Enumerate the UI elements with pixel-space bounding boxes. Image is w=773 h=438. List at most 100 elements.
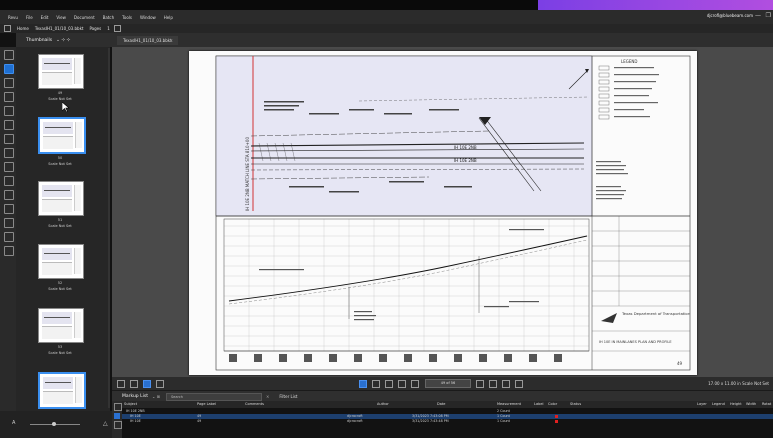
- markup-row[interactable]: IH 10E 49 djcrocroft 3/31/2023 7:43:48 P…: [112, 419, 773, 424]
- page-dimensions: 17.00 x 11.00 in Scale Not Set: [708, 381, 769, 386]
- column-date[interactable]: Date: [437, 402, 445, 406]
- minimize-button[interactable]: —: [755, 12, 761, 19]
- markup-list-columns: Subject Page Label Comments Author Date …: [112, 401, 773, 408]
- document-tab[interactable]: TexasIH1_01/10_03.bbkt: [117, 35, 178, 45]
- settings-icon[interactable]: [4, 232, 14, 242]
- links-icon[interactable]: [4, 204, 14, 214]
- menu-document[interactable]: Document: [74, 15, 95, 20]
- column-color[interactable]: Color: [548, 402, 557, 406]
- layers-icon[interactable]: [4, 92, 14, 102]
- previous-page-icon[interactable]: [411, 379, 419, 388]
- column-width[interactable]: Width: [746, 402, 756, 406]
- column-layer[interactable]: Layer: [697, 402, 707, 406]
- column-label[interactable]: Label: [534, 402, 543, 406]
- thumbnail-page[interactable]: 52 Scale Not Set: [38, 244, 84, 291]
- zoom-tool-icon[interactable]: [385, 379, 393, 388]
- close-tab-icon[interactable]: ×: [170, 38, 173, 43]
- markup-date: 3/31/2023 7:43:48 PM: [412, 419, 449, 423]
- user-account[interactable]: djcrofl@bluebeam.com: [707, 13, 753, 18]
- thumbnail-page[interactable]: 54: [38, 372, 86, 415]
- next-page-icon[interactable]: [476, 379, 484, 388]
- panel-icon-1[interactable]: [4, 50, 14, 60]
- thumbnail-page-number: 53: [57, 345, 63, 349]
- markup-icon[interactable]: [4, 134, 14, 144]
- sync-icon[interactable]: [156, 379, 164, 388]
- markup-list-options-icon[interactable]: ⌄ ⊞: [152, 394, 160, 399]
- sidebar-toggle-icon[interactable]: [4, 25, 11, 32]
- menu-file[interactable]: File: [26, 15, 33, 20]
- next-view-icon[interactable]: [515, 379, 523, 388]
- properties-icon[interactable]: [4, 106, 14, 116]
- thumbnail-page-selected[interactable]: 50 Scale Not Set: [38, 117, 86, 166]
- home-tab[interactable]: Home: [17, 26, 29, 31]
- column-legend[interactable]: Legend: [712, 402, 725, 406]
- menu-view[interactable]: View: [56, 15, 66, 20]
- column-height[interactable]: Height: [730, 402, 742, 406]
- markup-rail-icon[interactable]: [114, 403, 122, 411]
- warning-triangle-icon[interactable]: △: [103, 420, 108, 427]
- file-access-icon[interactable]: [4, 246, 14, 256]
- select-tool-icon[interactable]: [359, 379, 367, 388]
- markup-rail-active-icon[interactable]: [114, 413, 120, 419]
- thumbnail-scale-label: Scale Not Set: [48, 97, 72, 101]
- markup-search-input[interactable]: Search: [165, 392, 262, 401]
- thumbnail-image: [38, 181, 84, 216]
- measure-icon[interactable]: [4, 148, 14, 158]
- markup-color-swatch: [555, 415, 558, 418]
- menu-help[interactable]: Help: [164, 15, 173, 20]
- column-page-label[interactable]: Page Label: [197, 402, 216, 406]
- tool-chest-icon[interactable]: [4, 120, 14, 130]
- page-number-field[interactable]: 49 of 56: [425, 379, 471, 388]
- clear-search-icon[interactable]: ×: [266, 394, 269, 399]
- thumbnails-title[interactable]: Thumbnails: [26, 38, 52, 43]
- first-page-icon[interactable]: [398, 379, 406, 388]
- thumbnail-scrollbar[interactable]: [108, 48, 110, 408]
- page-icon[interactable]: [113, 25, 121, 32]
- plan-profile-drawing: IH 10E 2NB IH 10E 2NB IH 10E 2NB MATCH L…: [215, 55, 691, 371]
- menu-bar: Revu File Edit View Document Batch Tools…: [0, 10, 773, 25]
- thumbnails-panel-icon[interactable]: [4, 64, 14, 74]
- studio-icon[interactable]: [4, 162, 14, 172]
- last-page-icon[interactable]: [489, 379, 497, 388]
- thumbnail-image: [38, 308, 84, 343]
- menu-window[interactable]: Window: [140, 15, 156, 20]
- split-view-icon[interactable]: [130, 379, 138, 388]
- font-size-icon[interactable]: A: [12, 420, 15, 426]
- thumbnail-options-icon[interactable]: ⌄ ⊹ ⊹: [56, 38, 70, 43]
- thumbnail-page[interactable]: 53 Scale Not Set: [38, 308, 84, 355]
- page-size: 17.00 x 11.00 in: [708, 381, 741, 386]
- restore-button[interactable]: ❐: [766, 12, 771, 19]
- plan-road-label-2: IH 10E 2NB: [454, 158, 477, 163]
- column-rotation[interactable]: Rotat: [762, 402, 771, 406]
- column-author[interactable]: Author: [377, 402, 389, 406]
- markup-rail-icon[interactable]: [114, 421, 122, 429]
- menu-edit[interactable]: Edit: [41, 15, 49, 20]
- column-measurement[interactable]: Measurement: [497, 402, 521, 406]
- spaces-icon[interactable]: [4, 218, 14, 228]
- markup-author: djcrocroft: [347, 419, 363, 423]
- pan-tool-icon[interactable]: [372, 379, 380, 388]
- match-line-label: IH 10E 2NB MATCH LINE STA 810+00: [245, 137, 250, 211]
- thumbnail-page[interactable]: 51 Scale Not Set: [38, 181, 84, 228]
- drawing-sheet[interactable]: IH 10E 2NB IH 10E 2NB IH 10E 2NB MATCH L…: [189, 51, 697, 375]
- bookmarks-icon[interactable]: [4, 78, 14, 88]
- single-page-icon[interactable]: [143, 379, 151, 388]
- menu-tools[interactable]: Tools: [122, 15, 132, 20]
- column-subject[interactable]: Subject: [124, 402, 137, 406]
- menu-batch[interactable]: Batch: [103, 15, 115, 20]
- signatures-icon[interactable]: [4, 190, 14, 200]
- thumbnail-page[interactable]: 49 Scale Not Set: [38, 54, 84, 101]
- search-icon[interactable]: [4, 176, 14, 186]
- markup-list-title[interactable]: Markup List: [122, 394, 148, 399]
- menu-revu[interactable]: Revu: [8, 15, 18, 20]
- thumbnail-page-number: 52: [57, 281, 63, 285]
- column-comments[interactable]: Comments: [245, 402, 264, 406]
- view-mode-icon[interactable]: [117, 379, 125, 388]
- filter-list-button[interactable]: Filter List: [279, 394, 297, 399]
- pages-value: 1: [107, 26, 110, 31]
- column-status[interactable]: Status: [570, 402, 581, 406]
- thumbnail-size-bar: A △: [0, 411, 112, 438]
- thumbnail-scale-label: Scale Not Set: [48, 351, 72, 355]
- previous-view-icon[interactable]: [502, 379, 510, 388]
- slider-handle[interactable]: [52, 422, 56, 426]
